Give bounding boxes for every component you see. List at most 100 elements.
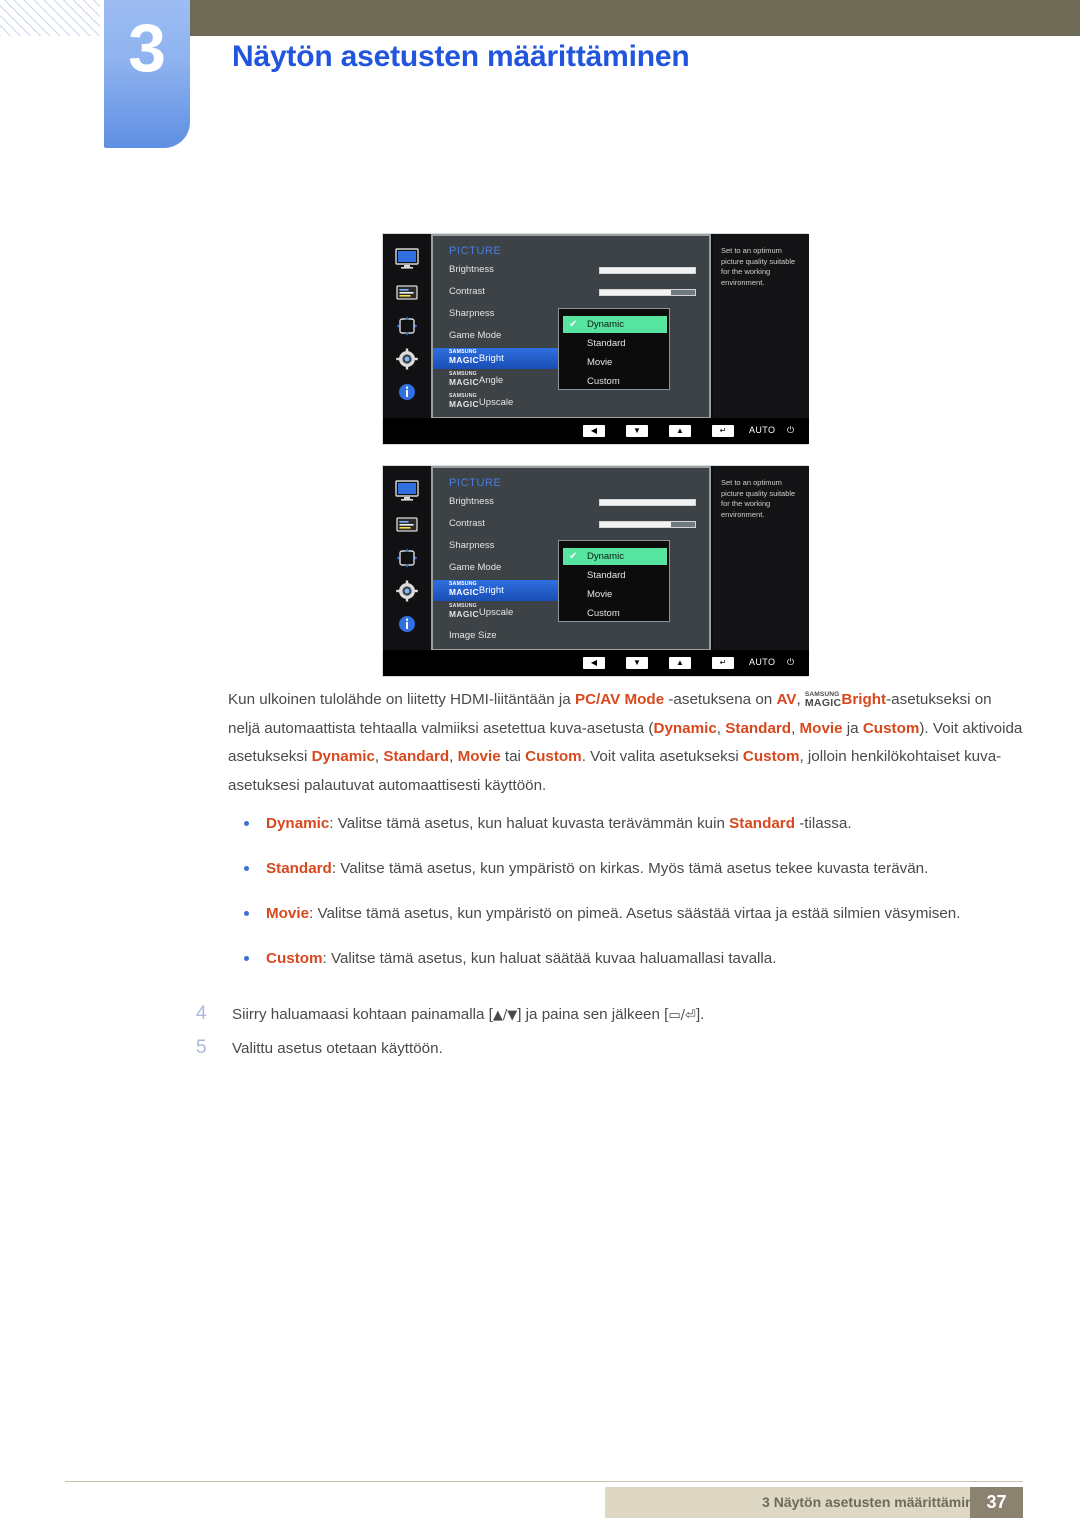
footer-divider [65,1481,1023,1482]
step-text: ] ja paina sen jälkeen [ [517,1006,669,1023]
osd-section-title: PICTURE [449,477,502,489]
left-arrow-key[interactable]: ◀ [583,657,605,669]
dropdown-option-standard[interactable]: Standard [563,335,667,352]
magicbright-dropdown[interactable]: Dynamic Standard Movie Custom [558,540,670,622]
arrows-icon[interactable] [395,315,419,337]
dropdown-option-dynamic[interactable]: Dynamic [563,548,667,565]
header-olive-bar [190,0,1080,36]
bullet-term: Dynamic [266,815,330,832]
bullet-text: : Valitse tämä asetus, kun haluat säätää… [322,950,777,967]
bullet-list: Dynamic: Valitse tämä asetus, kun haluat… [228,810,1023,990]
osd-row-magicupscale[interactable]: SAMSUNG MAGIC Upscale [433,392,709,413]
info-icon[interactable] [395,613,419,635]
osd-row-label: Brightness [449,496,494,507]
key-updown-icon: ▲/▼ [492,1008,518,1023]
term-standard: Standard [383,748,450,765]
bullet-dot-icon [244,866,249,871]
term-standard: Standard [725,719,792,737]
para-text: -asetuksena on [664,691,777,708]
term-custom: Custom [862,719,920,737]
key-menu-enter-icon: ▭/⏎ [668,1008,696,1023]
osd-icon-rail [383,466,431,651]
osd-row-image-size[interactable]: Image Size [433,626,709,647]
osd-row-brightness[interactable]: Brightness 100 [433,492,735,513]
down-arrow-key[interactable]: ▼ [626,657,648,669]
bullet-dot-icon [244,821,249,826]
osd-help-text: Set to an optimum picture quality suitab… [721,246,796,287]
step-item: 4 Siirry haluamaasi kohtaan painamalla [▲… [196,1002,1026,1029]
numbered-steps: 4 Siirry haluamaasi kohtaan painamalla [▲… [196,1002,1026,1069]
down-arrow-key[interactable]: ▼ [626,425,648,437]
dropdown-option-custom[interactable]: Custom [563,373,667,390]
dropdown-option-movie[interactable]: Movie [563,586,667,603]
bullet-text: : Valitse tämä asetus, kun ympäristö on … [309,905,961,922]
list-item: Custom: Valitse tämä asetus, kun haluat … [228,945,1023,973]
bullet-term: Movie [266,905,310,922]
osd-screenshot-2: PICTURE Brightness 100 Contrast 75 [382,465,809,677]
osd-help-text: Set to an optimum picture quality suitab… [721,478,796,519]
term-custom: Custom [525,748,582,765]
osd-row-label: Image Size [449,630,497,641]
color-bars-icon[interactable] [395,282,419,304]
auto-label[interactable]: AUTO [749,425,775,435]
monitor-icon[interactable] [395,480,419,502]
para-text: , [716,719,726,737]
osd-section-title: PICTURE [449,245,502,257]
bullet-term: Standard [266,860,332,877]
magicangle-label: SAMSUNG MAGIC Angle [449,371,504,387]
left-arrow-key[interactable]: ◀ [583,425,605,437]
step-text: Valittu asetus otetaan käyttöön. [232,1040,443,1057]
osd-row-label: Sharpness [449,308,495,319]
auto-label[interactable]: AUTO [749,657,775,667]
dropdown-option-custom[interactable]: Custom [563,605,667,622]
step-item: 5 Valittu asetus otetaan käyttöön. [196,1036,1026,1062]
term-pcav-mode: PC/AV Mode [574,691,665,708]
step-number: 5 [196,1037,207,1058]
osd-row-label: Game Mode [449,562,502,573]
osd-row-label: Brightness [449,264,494,275]
list-item: Dynamic: Valitse tämä asetus, kun haluat… [228,810,1023,838]
contrast-slider[interactable] [599,521,696,528]
osd-help-panel: Set to an optimum picture quality suitab… [713,234,809,419]
para-text: tai [500,748,526,765]
osd-row-contrast[interactable]: Contrast 75 [433,514,735,535]
magicbright-dropdown[interactable]: Dynamic Standard Movie Custom [558,308,670,390]
enter-key[interactable]: ↵ [712,425,734,437]
dropdown-option-movie[interactable]: Movie [563,354,667,371]
up-arrow-key[interactable]: ▲ [669,657,691,669]
brightness-slider[interactable] [599,499,696,506]
list-item: Movie: Valitse tämä asetus, kun ympärist… [228,900,1023,928]
osd-row-brightness[interactable]: Brightness 100 [433,260,735,281]
osd-row-label: Contrast [449,286,485,297]
step-number: 4 [196,1003,207,1024]
brightness-slider[interactable] [599,267,696,274]
bullet-dot-icon [244,956,249,961]
bullet-term-inline: Standard [729,815,795,832]
monitor-icon[interactable] [395,248,419,270]
arrows-icon[interactable] [395,547,419,569]
term-av: AV [776,691,797,708]
bullet-text: : Valitse tämä asetus, kun haluat kuvast… [329,815,730,832]
dropdown-option-standard[interactable]: Standard [563,567,667,584]
osd-icon-rail [383,234,431,419]
osd-screenshot-1: PICTURE Brightness 100 Contrast 75 [382,233,809,445]
color-bars-icon[interactable] [395,514,419,536]
gear-icon[interactable] [395,580,419,602]
term-movie: Movie [799,719,843,737]
enter-key[interactable]: ↵ [712,657,734,669]
dropdown-option-dynamic[interactable]: Dynamic [563,316,667,333]
info-icon[interactable] [395,381,419,403]
contrast-slider[interactable] [599,289,696,296]
osd-menu-panel: PICTURE Brightness 100 Contrast 75 [431,234,735,419]
power-icon[interactable]: ⏻ [787,425,795,436]
manual-page: 3 Näytön asetusten määrittäminen PICTURE… [0,0,1080,1527]
power-icon[interactable]: ⏻ [787,657,795,668]
gear-icon[interactable] [395,348,419,370]
osd-row-contrast[interactable]: Contrast 75 [433,282,735,303]
osd-button-bar: ◀ ▼ ▲ ↵ AUTO ⏻ [383,418,809,444]
up-arrow-key[interactable]: ▲ [669,425,691,437]
term-movie: Movie [457,748,501,765]
bullet-term: Custom [266,950,323,967]
term-dynamic: Dynamic [653,719,717,737]
osd-row-label: Game Mode [449,330,502,341]
